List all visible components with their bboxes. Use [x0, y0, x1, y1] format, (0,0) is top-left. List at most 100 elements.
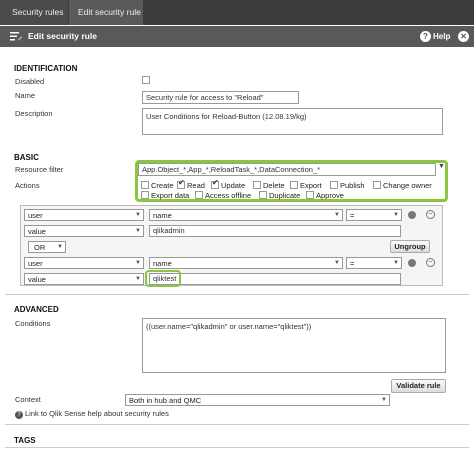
conditions-label: Conditions: [15, 319, 51, 328]
help-link[interactable]: ? Link to Qlik Sense help about security …: [15, 409, 169, 419]
duplicate-checkbox[interactable]: [259, 191, 267, 199]
chevron-down-icon: ▼: [135, 228, 141, 234]
ungroup-button[interactable]: Ungroup: [390, 240, 430, 253]
create-checkbox[interactable]: [141, 181, 149, 189]
name-input[interactable]: Security rule for access to "Reload": [142, 91, 299, 104]
condition-2-type-select[interactable]: user ▼: [24, 257, 144, 269]
action-duplicate[interactable]: Duplicate: [259, 191, 300, 200]
chevron-down-icon: ▼: [135, 260, 141, 266]
chevron-down-icon: ▼: [135, 212, 141, 218]
action-create[interactable]: Create: [141, 181, 174, 190]
disabled-checkbox[interactable]: [142, 76, 150, 84]
change-owner-checkbox[interactable]: [373, 181, 381, 189]
action-approve[interactable]: Approve: [306, 191, 344, 200]
remove-condition-icon[interactable]: [408, 211, 416, 219]
condition-1-value-input[interactable]: qlikadmin: [149, 225, 401, 237]
action-access-offline[interactable]: Access offline: [195, 191, 251, 200]
condition-2-value-input[interactable]: qliktest: [149, 273, 401, 285]
breadcrumb-security-rules[interactable]: Security rules: [0, 0, 68, 25]
approve-checkbox[interactable]: [306, 191, 314, 199]
condition-2-property-select[interactable]: name ▼: [149, 257, 343, 269]
export-label: Export: [300, 181, 322, 190]
section-advanced-title: ADVANCED: [14, 305, 59, 314]
condition-2-type-value: user: [28, 259, 43, 268]
chevron-down-icon: ▼: [381, 397, 387, 403]
context-label: Context: [15, 395, 41, 404]
action-export[interactable]: Export: [290, 181, 322, 190]
name-label: Name: [15, 91, 36, 100]
read-checkbox[interactable]: [177, 178, 185, 189]
divider: [5, 294, 469, 295]
condition-2-property-value: name: [153, 259, 172, 268]
resource-filter-label: Resource filter: [15, 165, 64, 174]
approve-label: Approve: [316, 191, 344, 200]
top-navigation-bar: Security rules Edit security rule: [0, 0, 474, 25]
divider: [5, 424, 469, 425]
chevron-down-icon: ▼: [57, 244, 63, 250]
duplicate-label: Duplicate: [269, 191, 301, 200]
description-label: Description: [15, 109, 53, 118]
condition-1-type-value: user: [28, 211, 43, 220]
disabled-label: Disabled: [15, 77, 45, 86]
page-title: Edit security rule: [28, 31, 97, 41]
help-icon[interactable]: ?: [420, 31, 431, 42]
condition-builder: user ▼ name ▼ = ▼ ⇔ value ▼ qlikadmin OR ▼ Un…: [20, 205, 443, 287]
section-identification-title: IDENTIFICATION: [14, 64, 78, 73]
export-checkbox[interactable]: [290, 181, 298, 189]
condition-2-operator-select[interactable]: = ▼: [346, 257, 402, 269]
condition-1-value-type-select[interactable]: value ▼: [24, 225, 144, 237]
publish-label: Publish: [340, 181, 365, 190]
context-select[interactable]: Both in hub and QMC ▼: [125, 394, 390, 406]
action-read[interactable]: Read: [177, 178, 205, 190]
resource-filter-dropdown-icon[interactable]: ▼: [438, 163, 445, 170]
action-update[interactable]: Update: [211, 178, 246, 190]
publish-checkbox[interactable]: [330, 181, 338, 189]
chevron-down-icon: ▼: [393, 212, 399, 218]
condition-1-operator-value: =: [350, 211, 355, 220]
validate-rule-button[interactable]: Validate rule: [391, 379, 446, 393]
section-basic-title: BASIC: [14, 153, 39, 162]
chevron-down-icon: ▼: [393, 260, 399, 266]
delete-checkbox[interactable]: [253, 181, 261, 189]
update-checkbox[interactable]: [211, 178, 219, 189]
condition-2-value-type-select[interactable]: value ▼: [24, 273, 144, 285]
close-icon[interactable]: ✕: [458, 31, 469, 42]
chevron-down-icon: ▼: [334, 212, 340, 218]
update-label: Update: [221, 181, 246, 190]
logic-operator-select[interactable]: OR ▼: [28, 241, 66, 253]
actions-label: Actions: [15, 181, 40, 190]
value-highlight-box: [145, 270, 181, 287]
move-condition-icon[interactable]: ⇔: [426, 210, 435, 219]
action-change-owner[interactable]: Change owner: [373, 181, 432, 190]
help-button[interactable]: Help: [433, 26, 450, 47]
condition-1-type-select[interactable]: user ▼: [24, 209, 144, 221]
resource-filter-input[interactable]: App.Object_*,App_*,ReloadTask_*,DataConn…: [138, 163, 436, 176]
action-export-data[interactable]: Export data: [141, 191, 189, 200]
section-tags-title: TAGS: [14, 436, 36, 445]
move-condition-icon[interactable]: ⇔: [426, 258, 435, 267]
conditions-textarea[interactable]: ((user.name="qlikadmin" or user.name="ql…: [142, 318, 446, 373]
export-data-label: Export data: [151, 191, 190, 200]
condition-2-value-type: value: [28, 275, 46, 284]
condition-1-property-value: name: [153, 211, 172, 220]
condition-1-operator-select[interactable]: = ▼: [346, 209, 402, 221]
edit-list-icon: [10, 32, 22, 41]
remove-condition-icon[interactable]: [408, 259, 416, 267]
edit-form: IDENTIFICATION Disabled Name Security ru…: [0, 47, 474, 476]
logic-operator-value: OR: [34, 243, 46, 252]
action-publish[interactable]: Publish: [330, 181, 365, 190]
read-label: Read: [187, 181, 205, 190]
breadcrumb-edit-security-rule[interactable]: Edit security rule: [69, 0, 143, 25]
change-owner-label: Change owner: [383, 181, 432, 190]
help-link-text: Link to Qlik Sense help about security r…: [25, 409, 169, 418]
condition-1-property-select[interactable]: name ▼: [149, 209, 343, 221]
condition-2-operator-value: =: [350, 259, 355, 268]
access-offline-checkbox[interactable]: [195, 191, 203, 199]
divider: [5, 447, 469, 448]
help-circle-icon: ?: [15, 411, 23, 419]
delete-label: Delete: [263, 181, 285, 190]
description-input[interactable]: User Conditions for Reload-Button (12.08…: [142, 108, 443, 135]
action-delete[interactable]: Delete: [253, 181, 285, 190]
create-label: Create: [151, 181, 174, 190]
export-data-checkbox[interactable]: [141, 191, 149, 199]
